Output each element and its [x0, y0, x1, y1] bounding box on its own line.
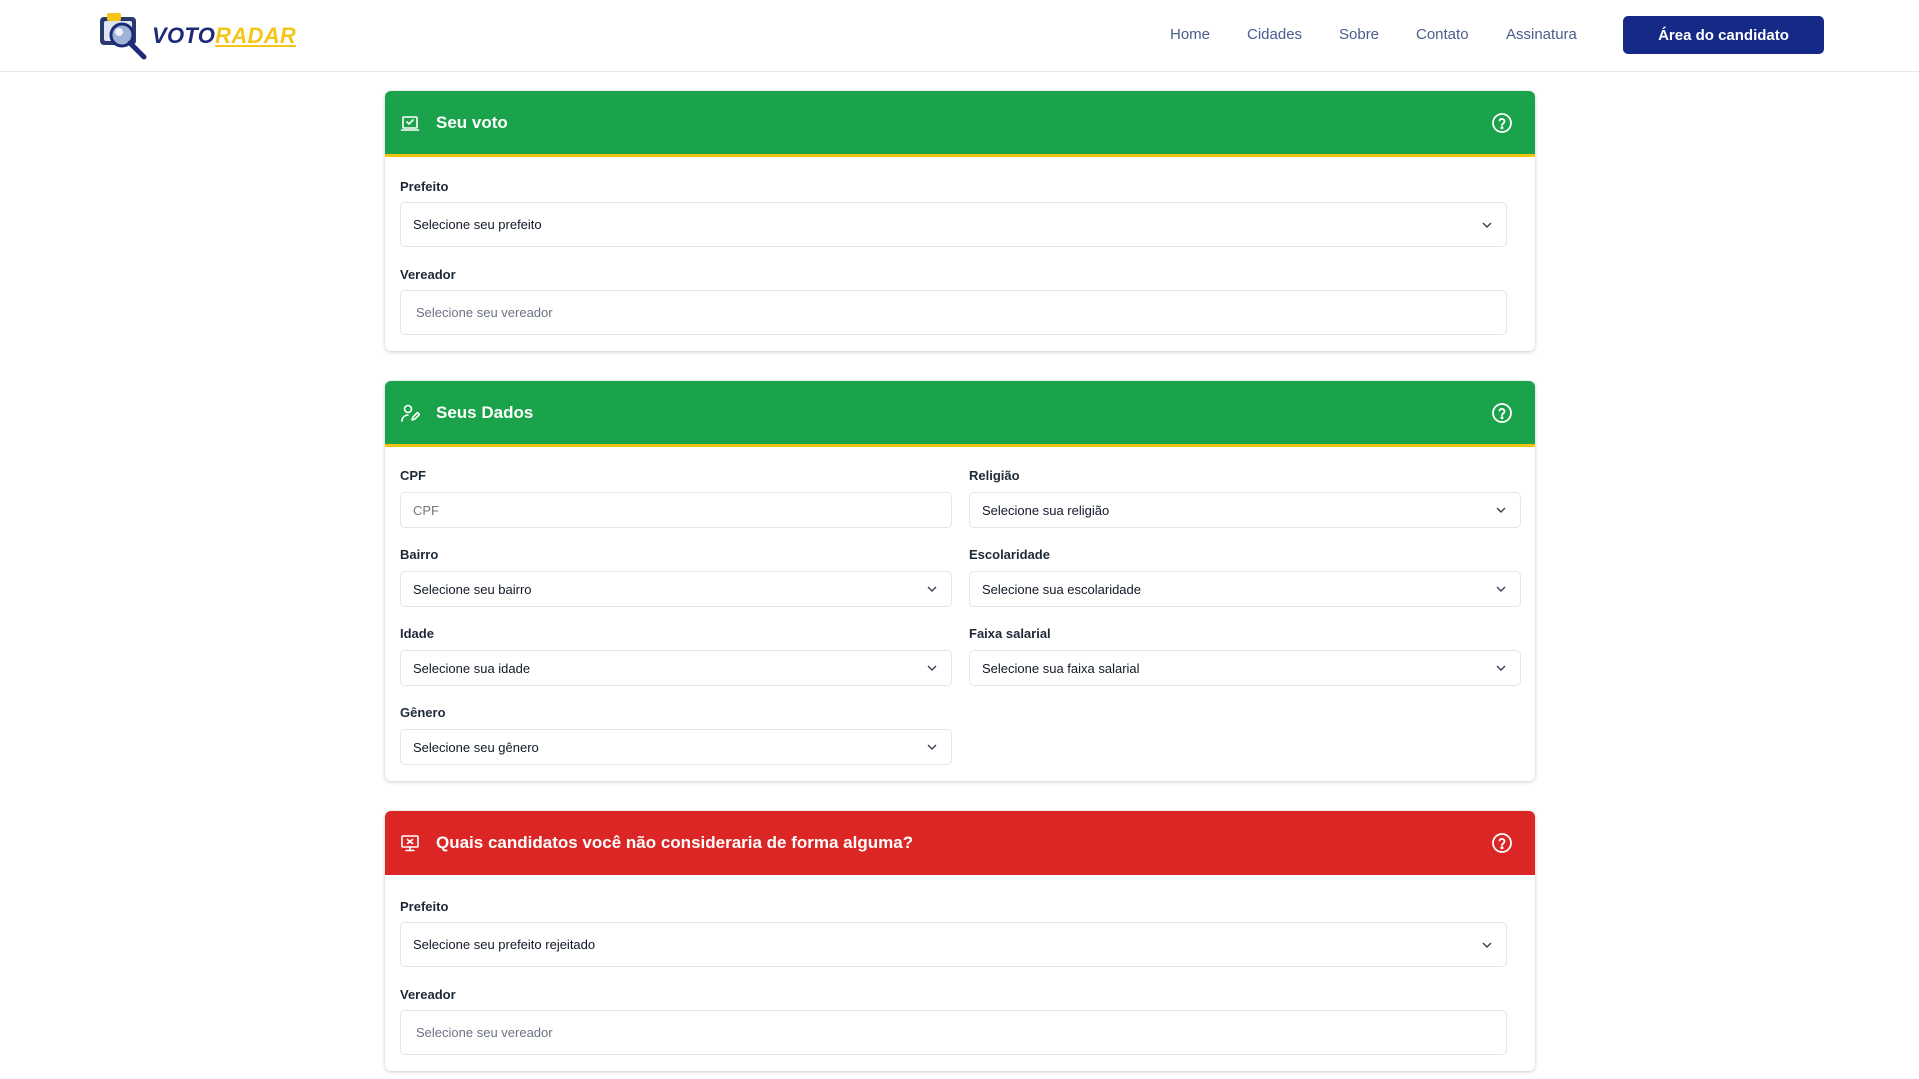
- personal-data-card: Seus Dados CPF Religião Selecione sua re…: [385, 381, 1535, 781]
- rejected-council-search-input[interactable]: Selecione seu vereador: [400, 1010, 1507, 1055]
- chevron-down-icon: [1496, 586, 1506, 592]
- monitor-x-icon: [400, 833, 420, 853]
- vote-card-title: Seu voto: [436, 112, 508, 132]
- rejected-council-placeholder: Selecione seu vereador: [416, 1025, 553, 1040]
- cpf-input[interactable]: [400, 492, 952, 528]
- chevron-down-icon: [1496, 665, 1506, 671]
- cpf-label: CPF: [400, 468, 426, 483]
- neighborhood-select[interactable]: Selecione seu bairro: [400, 571, 952, 607]
- religion-select[interactable]: Selecione sua religião: [969, 492, 1521, 528]
- nav-cidades[interactable]: Cidades: [1247, 26, 1302, 43]
- help-circle-icon[interactable]: [1491, 402, 1513, 424]
- education-select-value: Selecione sua escolaridade: [982, 581, 1141, 597]
- nav-home[interactable]: Home: [1170, 26, 1210, 43]
- chevron-down-icon: [1482, 942, 1492, 948]
- brand-part-radar: RADAR: [215, 23, 297, 48]
- age-select-value: Selecione sua idade: [413, 660, 531, 676]
- rejected-council-label: Vereador: [400, 987, 456, 1002]
- neighborhood-label: Bairro: [400, 547, 439, 562]
- rejected-mayor-select[interactable]: Selecione seu prefeito rejeitado: [400, 922, 1507, 967]
- mayor-label: Prefeito: [400, 179, 449, 194]
- chevron-down-icon: [927, 744, 937, 750]
- vote-card: Seu voto Prefeito Selecione seu prefeito…: [385, 91, 1535, 351]
- rejection-card-title: Quais candidatos você não consideraria d…: [436, 833, 914, 852]
- age-label: Idade: [400, 626, 434, 641]
- vote-card-header: Seu voto: [385, 91, 1535, 157]
- religion-select-value: Selecione sua religião: [982, 502, 1110, 518]
- rejection-card-header: Quais candidatos você não consideraria d…: [385, 811, 1535, 875]
- income-select-value: Selecione sua faixa salarial: [982, 660, 1140, 676]
- personal-data-header: Seus Dados: [385, 381, 1535, 447]
- gender-label: Gênero: [400, 705, 446, 720]
- council-placeholder: Selecione seu vereador: [416, 305, 553, 320]
- income-select[interactable]: Selecione sua faixa salarial: [969, 650, 1521, 686]
- rejected-mayor-label: Prefeito: [400, 899, 449, 914]
- help-circle-icon[interactable]: [1491, 832, 1513, 854]
- rejected-mayor-value: Selecione seu prefeito rejeitado: [413, 937, 596, 952]
- nav-contato[interactable]: Contato: [1416, 26, 1469, 43]
- education-select[interactable]: Selecione sua escolaridade: [969, 571, 1521, 607]
- magnifier-logo-icon: [98, 11, 150, 61]
- chevron-down-icon: [927, 665, 937, 671]
- top-navbar: VOTORADAR Home Cidades Sobre Contato Ass…: [0, 0, 1919, 72]
- council-search-input[interactable]: Selecione seu vereador: [400, 290, 1507, 335]
- chevron-down-icon: [1482, 222, 1492, 228]
- council-label: Vereador: [400, 267, 456, 282]
- age-select[interactable]: Selecione sua idade: [400, 650, 952, 686]
- religion-label: Religião: [969, 468, 1020, 483]
- cpf-field[interactable]: [413, 502, 951, 518]
- brand-part-voto: VOTO: [152, 23, 216, 48]
- brand-logo[interactable]: VOTORADAR: [98, 11, 296, 61]
- education-label: Escolaridade: [969, 547, 1050, 562]
- user-edit-icon: [400, 403, 420, 423]
- gender-select-value: Selecione seu gênero: [413, 739, 539, 755]
- chevron-down-icon: [1496, 507, 1506, 513]
- ballot-box-icon: [400, 113, 420, 133]
- nav-assinatura[interactable]: Assinatura: [1506, 26, 1577, 43]
- brand-wordmark: VOTORADAR: [152, 23, 296, 49]
- help-circle-icon[interactable]: [1491, 112, 1513, 134]
- mayor-select-value: Selecione seu prefeito: [413, 217, 542, 232]
- neighborhood-select-value: Selecione seu bairro: [413, 581, 532, 597]
- rejection-card: Quais candidatos você não consideraria d…: [385, 811, 1535, 1071]
- nav-sobre[interactable]: Sobre: [1339, 26, 1379, 43]
- mayor-select[interactable]: Selecione seu prefeito: [400, 202, 1507, 247]
- chevron-down-icon: [927, 586, 937, 592]
- personal-data-title: Seus Dados: [436, 402, 534, 422]
- gender-select[interactable]: Selecione seu gênero: [400, 729, 952, 765]
- income-label: Faixa salarial: [969, 626, 1051, 641]
- candidate-area-button[interactable]: Área do candidato: [1623, 16, 1824, 54]
